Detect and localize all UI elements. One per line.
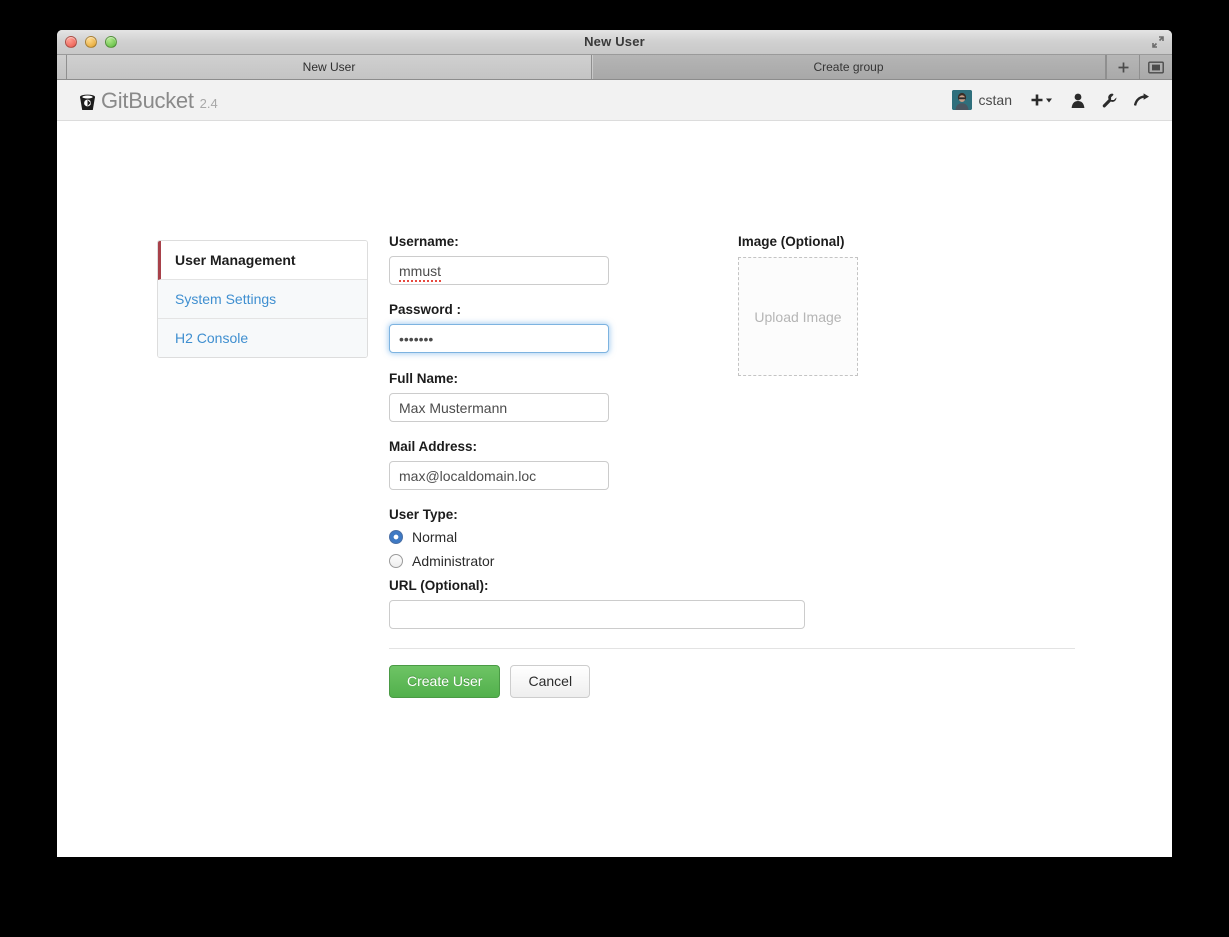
tab-create-group[interactable]: Create group bbox=[592, 55, 1106, 79]
sidebar-item-user-management[interactable]: User Management bbox=[158, 241, 367, 280]
sidebar-item-h2-console[interactable]: H2 Console bbox=[158, 319, 367, 357]
image-upload-hint: Upload Image bbox=[754, 308, 842, 325]
user-type-option-normal[interactable]: Normal bbox=[389, 529, 809, 545]
image-upload-dropzone[interactable]: Upload Image bbox=[738, 257, 858, 376]
image-upload-label: Image (Optional) bbox=[738, 234, 845, 249]
mail-address-label: Mail Address: bbox=[389, 439, 478, 454]
wrench-icon bbox=[1102, 93, 1117, 107]
new-tab-button[interactable] bbox=[1106, 55, 1139, 79]
administration[interactable] bbox=[1102, 93, 1117, 108]
window-title: New User bbox=[584, 34, 645, 49]
avatar[interactable] bbox=[951, 90, 972, 110]
create-new-menu[interactable] bbox=[1030, 93, 1054, 107]
form-divider bbox=[389, 648, 1075, 649]
url-label: URL (Optional): bbox=[389, 578, 489, 593]
tab-bar: New User Create group bbox=[57, 55, 1172, 80]
brand-version: 2.4 bbox=[199, 95, 218, 111]
mail-address-input[interactable] bbox=[389, 461, 609, 490]
tab-overview-icon bbox=[1148, 61, 1164, 74]
sidebar-item-label: System Settings bbox=[175, 291, 277, 307]
full-name-input[interactable] bbox=[389, 393, 609, 422]
cancel-button[interactable]: Cancel bbox=[510, 665, 591, 699]
sidebar-item-system-settings[interactable]: System Settings bbox=[158, 280, 367, 319]
radio-normal-icon[interactable] bbox=[389, 530, 403, 544]
user-type-option-administrator[interactable]: Administrator bbox=[389, 553, 809, 569]
fullscreen-expand-icon[interactable] bbox=[1150, 34, 1166, 50]
tab-bar-left-stub bbox=[57, 55, 67, 79]
tab-new-user[interactable]: New User bbox=[67, 55, 592, 79]
create-user-button[interactable]: Create User bbox=[389, 665, 501, 699]
sidebar-item-label: User Management bbox=[175, 252, 296, 268]
user-type-label: User Type: bbox=[389, 507, 458, 522]
brand-logo[interactable]: GitBucket 2.4 bbox=[77, 87, 218, 114]
brand-name: GitBucket bbox=[101, 87, 194, 113]
tab-label: New User bbox=[302, 60, 356, 74]
page-body: User Management System Settings H2 Conso… bbox=[57, 121, 1172, 857]
sign-out[interactable] bbox=[1134, 93, 1150, 107]
url-input[interactable] bbox=[389, 600, 805, 629]
radio-label: Normal bbox=[412, 529, 458, 545]
gitbucket-bucket-logo-icon bbox=[77, 91, 98, 112]
form-actions: Create User Cancel bbox=[389, 665, 809, 699]
account-settings[interactable] bbox=[1071, 93, 1085, 108]
username-input[interactable] bbox=[389, 256, 609, 285]
plus-icon bbox=[1118, 62, 1128, 72]
username-label: cstan bbox=[978, 92, 1012, 108]
image-upload-section: Image (Optional) Upload Image bbox=[738, 234, 858, 376]
header-actions: cstan bbox=[951, 90, 1150, 110]
person-icon bbox=[1071, 93, 1085, 108]
app-header: GitBucket 2.4 cstan bbox=[57, 80, 1172, 121]
sign-out-arrow-icon bbox=[1134, 93, 1149, 106]
settings-sidebar: User Management System Settings H2 Conso… bbox=[157, 240, 368, 358]
window-titlebar: New User bbox=[57, 30, 1172, 55]
tab-label: Create group bbox=[813, 60, 884, 74]
password-input[interactable] bbox=[389, 324, 609, 353]
browser-window: New User New User Create group GitBucket… bbox=[57, 30, 1172, 857]
radio-administrator-icon[interactable] bbox=[389, 554, 403, 568]
plus-dropdown-icon bbox=[1031, 94, 1052, 106]
tab-overview-button[interactable] bbox=[1139, 55, 1172, 79]
radio-label: Administrator bbox=[412, 553, 495, 569]
sidebar-item-label: H2 Console bbox=[175, 330, 249, 346]
